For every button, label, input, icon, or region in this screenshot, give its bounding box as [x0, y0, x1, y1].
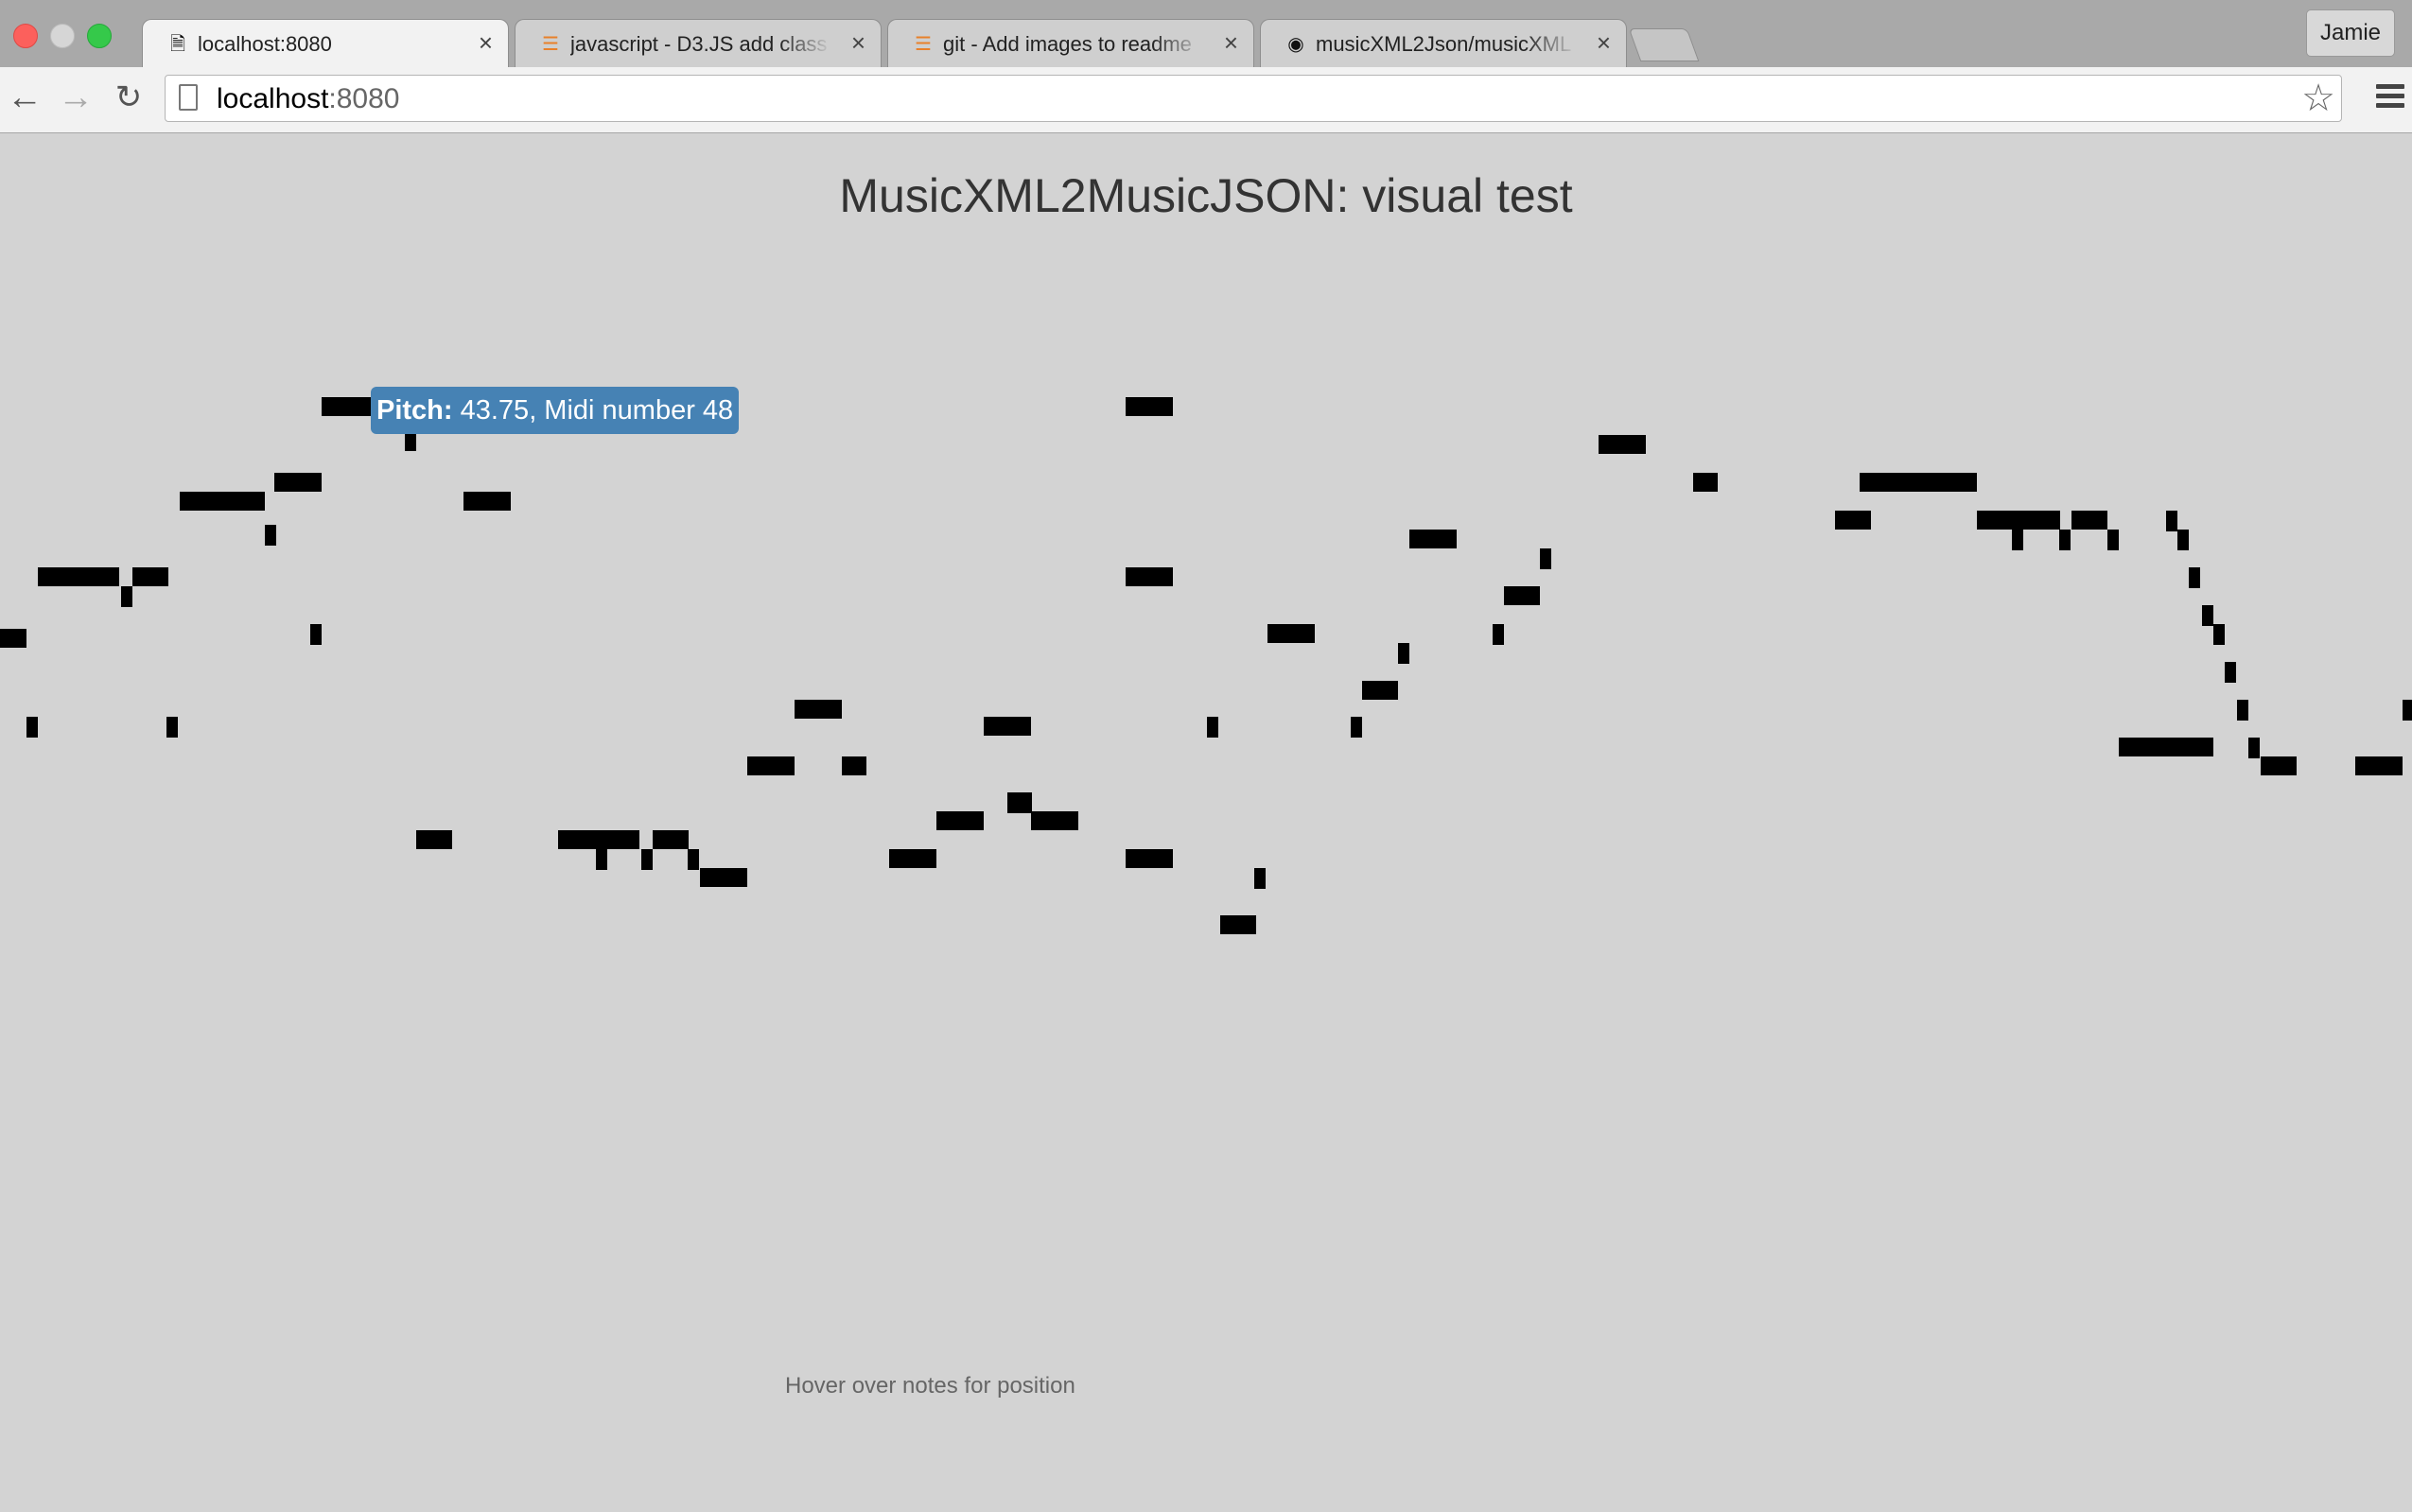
address-bar[interactable]: localhost:8080 ☆	[165, 75, 2342, 122]
note-6[interactable]	[180, 492, 265, 511]
note-7[interactable]	[265, 525, 276, 546]
close-icon[interactable]: ×	[851, 28, 865, 57]
note-33[interactable]	[1254, 868, 1266, 889]
note-14[interactable]	[558, 830, 639, 849]
note-19[interactable]	[700, 868, 747, 887]
tab-title: git - Add images to readme	[943, 32, 1192, 56]
forward-icon[interactable]: →	[55, 77, 96, 118]
note-51[interactable]	[2166, 511, 2177, 531]
note-40[interactable]	[1504, 586, 1540, 605]
note-42[interactable]	[1599, 435, 1646, 454]
note-58[interactable]	[2119, 738, 2213, 756]
page-icon	[179, 84, 198, 111]
note-27[interactable]	[1031, 811, 1078, 830]
note-18[interactable]	[688, 849, 699, 870]
note-36[interactable]	[1362, 681, 1398, 700]
note-62[interactable]	[2403, 700, 2412, 721]
tab-d3js[interactable]: ☰ javascript - D3.JS add class ×	[515, 19, 882, 67]
note-16[interactable]	[653, 830, 689, 849]
note-12[interactable]	[463, 492, 511, 511]
note-32[interactable]	[1220, 915, 1256, 934]
note-56[interactable]	[2225, 662, 2236, 683]
note-29[interactable]	[1126, 567, 1173, 586]
note-15[interactable]	[596, 849, 607, 870]
note-35[interactable]	[1351, 717, 1362, 738]
page-icon: 🗎	[169, 34, 186, 55]
note-37[interactable]	[1398, 643, 1409, 664]
tab-git-readme[interactable]: ☰ git - Add images to readme ×	[887, 19, 1254, 67]
back-icon[interactable]: ←	[4, 77, 45, 118]
reload-icon[interactable]: ↻	[108, 77, 149, 118]
note-0[interactable]	[0, 629, 26, 648]
tab-title: javascript - D3.JS add class	[570, 32, 828, 56]
note-26[interactable]	[1007, 792, 1032, 813]
note-44[interactable]	[1835, 511, 1871, 530]
note-55[interactable]	[2213, 624, 2225, 645]
note-20[interactable]	[747, 756, 795, 775]
note-22[interactable]	[842, 756, 866, 775]
note-28[interactable]	[1126, 397, 1173, 416]
tab-title: localhost:8080	[198, 32, 332, 56]
note-2[interactable]	[38, 567, 119, 586]
tab-localhost[interactable]: 🗎 localhost:8080 ×	[142, 19, 509, 68]
window-maximize-button[interactable]	[87, 24, 112, 48]
close-icon[interactable]: ×	[1597, 28, 1611, 57]
note-31[interactable]	[1207, 717, 1218, 738]
note-13[interactable]	[416, 830, 452, 849]
github-icon: ◉	[1287, 34, 1304, 55]
close-icon[interactable]: ×	[479, 28, 493, 57]
note-52[interactable]	[2177, 530, 2189, 550]
new-tab-button[interactable]	[1628, 28, 1700, 61]
note-10[interactable]	[322, 397, 371, 416]
menu-icon[interactable]	[2376, 84, 2404, 113]
note-25[interactable]	[984, 717, 1031, 736]
tab-strip: 🗎 localhost:8080 × ☰ javascript - D3.JS …	[0, 0, 2412, 68]
stackoverflow-icon: ☰	[915, 34, 932, 55]
tab-github[interactable]: ◉ musicXML2Json/musicXML ×	[1260, 19, 1627, 67]
note-34[interactable]	[1267, 624, 1315, 643]
window-minimize-button[interactable]	[50, 24, 75, 48]
note-17[interactable]	[641, 849, 653, 870]
pitch-tooltip: Pitch: 43.75, Midi number 48	[371, 387, 740, 434]
note-57[interactable]	[2237, 700, 2248, 721]
note-46[interactable]	[1977, 511, 2060, 530]
note-49[interactable]	[2071, 511, 2107, 530]
note-43[interactable]	[1693, 473, 1718, 492]
note-38[interactable]	[1409, 530, 1457, 548]
note-48[interactable]	[2059, 530, 2071, 550]
note-47[interactable]	[2012, 530, 2023, 550]
stackoverflow-icon: ☰	[542, 34, 559, 55]
note-30[interactable]	[1126, 849, 1173, 868]
note-23[interactable]	[889, 849, 936, 868]
note-59[interactable]	[2248, 738, 2260, 758]
note-9[interactable]	[310, 624, 322, 645]
hover-hint: Hover over notes for position	[785, 1373, 1075, 1399]
note-61[interactable]	[2355, 756, 2403, 775]
note-5[interactable]	[166, 717, 178, 738]
address-url: localhost:8080	[217, 83, 400, 114]
browser-chrome: 🗎 localhost:8080 × ☰ javascript - D3.JS …	[0, 0, 2412, 133]
note-4[interactable]	[121, 586, 132, 607]
note-8[interactable]	[274, 473, 322, 492]
bookmark-star-icon[interactable]: ☆	[2301, 78, 2335, 119]
toolbar: ← → ↻ localhost:8080 ☆	[0, 67, 2412, 133]
note-60[interactable]	[2261, 756, 2297, 775]
note-54[interactable]	[2202, 605, 2213, 626]
note-45[interactable]	[1860, 473, 1977, 492]
profile-button[interactable]: Jamie	[2306, 9, 2395, 57]
window-close-button[interactable]	[13, 24, 38, 48]
note-41[interactable]	[1540, 548, 1551, 569]
note-50[interactable]	[2107, 530, 2119, 550]
notes-canvas	[0, 397, 2412, 934]
note-53[interactable]	[2189, 567, 2200, 588]
tab-title: musicXML2Json/musicXML	[1316, 32, 1572, 56]
note-1[interactable]	[26, 717, 38, 738]
note-39[interactable]	[1493, 624, 1504, 645]
note-24[interactable]	[936, 811, 984, 830]
note-21[interactable]	[795, 700, 842, 719]
close-icon[interactable]: ×	[1224, 28, 1238, 57]
note-3[interactable]	[132, 567, 168, 586]
